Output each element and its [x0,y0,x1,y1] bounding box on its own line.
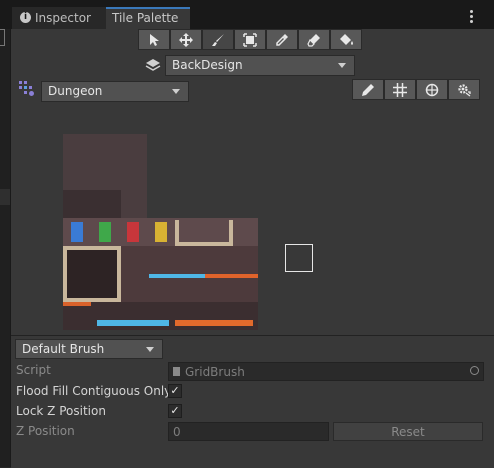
toggle-grid-button[interactable] [384,79,416,100]
object-picker-icon[interactable] [470,366,479,375]
tab-inspector-label: Inspector [35,11,91,25]
tab-tile-palette-label: Tile Palette [112,11,179,25]
flood-fill-tool-button[interactable] [330,29,362,50]
script-field: GridBrush [168,362,484,381]
reset-button: Reset [333,422,483,441]
brush-value: Default Brush [22,342,105,356]
tile-palette-icon [19,81,35,97]
grid-icon [393,82,407,97]
lock-z-checkbox[interactable]: ✓ [168,404,182,418]
flood-fill-label: Flood Fill Contiguous Only [16,384,172,398]
gizmo-sphere-icon [425,83,439,96]
chevron-down-icon [172,89,180,94]
tilemap-layer-icon [145,59,161,71]
left-dock-edge [0,29,10,467]
move-tool-button[interactable] [170,29,202,50]
yellow-banner [155,222,167,242]
select-arrow-icon [150,33,159,46]
green-banner [99,222,111,242]
palette-dropdown[interactable]: Dungeon [41,81,189,102]
water-ledge [149,274,205,278]
red-banner [127,222,139,242]
palette-value: Dungeon [48,84,103,98]
tab-bar: i Inspector Tile Palette [0,0,494,29]
edit-palette-button[interactable] [352,79,384,100]
active-layer-dropdown[interactable]: BackDesign [165,55,355,76]
script-value: GridBrush [185,365,245,379]
paint-bucket-icon [339,33,353,45]
wall-block [63,246,121,302]
palette-settings-button[interactable] [448,79,480,100]
info-icon: i [20,12,31,23]
script-label: Script [16,363,51,377]
select-tool-button[interactable] [138,29,170,50]
reset-label: Reset [391,424,425,439]
tool-strip [138,29,362,50]
z-position-label: Z Position [16,424,75,438]
blue-banner [71,222,83,242]
lock-z-label: Lock Z Position [16,404,106,418]
z-position-value: 0 [173,425,181,439]
stone-floor-tiles-lower [63,190,121,218]
tab-inspector[interactable]: i Inspector [12,7,107,29]
chevron-down-icon [146,347,154,352]
flood-fill-checkbox[interactable]: ✓ [168,384,182,398]
box-fill-tool-button[interactable] [234,29,266,50]
eraser-tool-button[interactable] [298,29,330,50]
eraser-icon [307,33,320,47]
stone-frame [175,220,233,246]
paint-tool-button[interactable] [202,29,234,50]
box-fill-icon [243,32,257,47]
script-file-icon [173,367,180,376]
lava-left [63,302,91,306]
eyedropper-icon [276,33,288,46]
chevron-down-icon [338,63,346,68]
palette-toolbar [352,79,480,100]
more-options-icon[interactable] [468,10,474,24]
brush-dropdown[interactable]: Default Brush [15,339,163,359]
pencil-icon [362,83,374,96]
picker-tool-button[interactable] [266,29,298,50]
lava-fountains [175,320,253,326]
move-icon [179,32,193,47]
paintbrush-icon [212,33,224,46]
lava-ledge [205,274,258,278]
palette-tile-preview[interactable] [63,134,258,330]
active-layer-value: BackDesign [172,58,243,72]
tile-palette-panel: BackDesign Dungeon Default Brush Script … [10,29,494,468]
z-position-field: 0 [168,422,329,441]
gizmos-button[interactable] [416,79,448,100]
brush-panel: Default Brush Script GridBrush Flood Fil… [11,335,494,468]
tab-tile-palette[interactable]: Tile Palette [106,7,190,29]
tile-selection-outline [285,244,313,272]
blue-fountains [97,320,169,326]
gear-icon [458,83,471,97]
